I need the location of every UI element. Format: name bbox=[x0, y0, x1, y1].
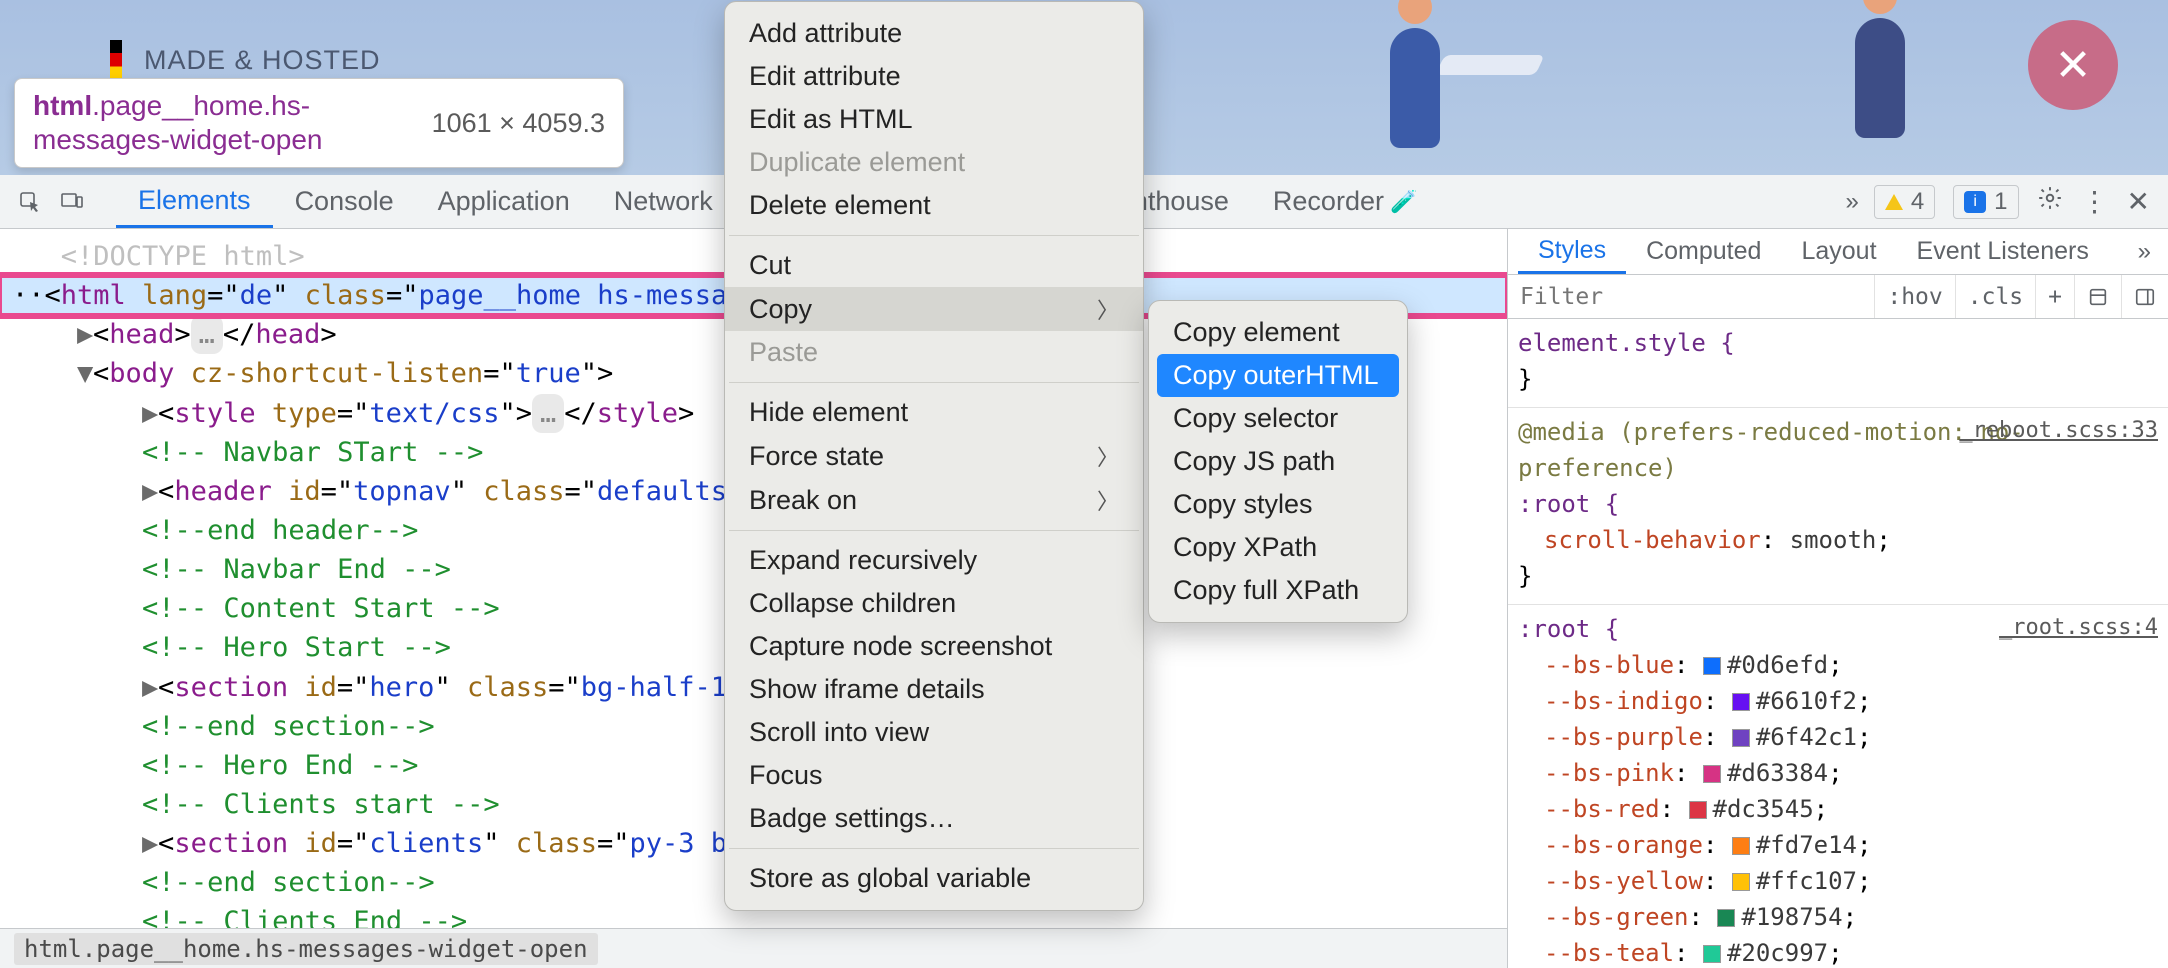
device-toolbar-icon[interactable] bbox=[60, 190, 84, 214]
styles-filter-row: :hov .cls + bbox=[1508, 275, 2168, 319]
menu-item-copy[interactable]: Copy〉 bbox=[725, 287, 1143, 331]
css-var-row[interactable]: --bs-blue: #0d6efd; bbox=[1518, 647, 2158, 683]
root-vars-rule[interactable]: _root.scss:4 :root { --bs-blue: #0d6efd;… bbox=[1508, 605, 2168, 968]
submenu-item-copy-selector[interactable]: Copy selector bbox=[1149, 397, 1407, 440]
breadcrumb-current[interactable]: html.page__home.hs-messages-widget-open bbox=[14, 933, 598, 965]
menu-item-break-on[interactable]: Break on〉 bbox=[725, 478, 1143, 522]
css-var-row[interactable]: --bs-pink: #d63384; bbox=[1518, 755, 2158, 791]
css-var-row[interactable]: --bs-teal: #20c997; bbox=[1518, 935, 2158, 968]
css-var-row[interactable]: --bs-orange: #fd7e14; bbox=[1518, 827, 2158, 863]
styles-tab-styles[interactable]: Styles bbox=[1518, 229, 1626, 274]
tooltip-tagname: html bbox=[33, 90, 92, 121]
devtools-tab-application[interactable]: Application bbox=[416, 175, 592, 228]
css-var-row[interactable]: --bs-indigo: #6610f2; bbox=[1518, 683, 2158, 719]
menu-item-store-as-global-variable[interactable]: Store as global variable bbox=[725, 857, 1143, 900]
made-hosted-line1: MADE & HOSTED bbox=[144, 45, 381, 76]
element-context-menu[interactable]: Add attributeEdit attributeEdit as HTMLD… bbox=[724, 1, 1144, 911]
css-var-row[interactable]: --bs-yellow: #ffc107; bbox=[1518, 863, 2158, 899]
issues-count: 1 bbox=[1994, 188, 2007, 216]
source-link[interactable]: _root.scss:4 bbox=[1999, 611, 2158, 644]
tooltip-dimensions: 1061 × 4059.3 bbox=[432, 108, 605, 139]
devtools-tab-elements[interactable]: Elements bbox=[116, 175, 273, 228]
element-highlight-tooltip: html.page__home.hs-messages-widget-open … bbox=[14, 78, 624, 168]
submenu-arrow-icon: 〉 bbox=[1097, 440, 1119, 472]
warnings-count: 4 bbox=[1911, 188, 1924, 216]
styles-sidebar-tabs: StylesComputedLayoutEvent Listeners » bbox=[1508, 229, 2168, 275]
css-var-row[interactable]: --bs-purple: #6f42c1; bbox=[1518, 719, 2158, 755]
kebab-menu-icon[interactable]: ⋮ bbox=[2081, 185, 2109, 218]
devtools-tab-recorder[interactable]: Recorder🧪 bbox=[1251, 175, 1439, 228]
styles-tab-event-listeners[interactable]: Event Listeners bbox=[1897, 229, 2109, 274]
toggle-sidebar-icon[interactable] bbox=[2121, 275, 2168, 318]
styles-sidebar: StylesComputedLayoutEvent Listeners » :ho… bbox=[1508, 229, 2168, 968]
menu-item-hide-element[interactable]: Hide element bbox=[725, 391, 1143, 434]
submenu-item-copy-element[interactable]: Copy element bbox=[1149, 311, 1407, 354]
menu-item-collapse-children[interactable]: Collapse children bbox=[725, 582, 1143, 625]
computed-styles-icon[interactable] bbox=[2074, 275, 2121, 318]
new-style-rule-icon[interactable]: + bbox=[2035, 275, 2074, 318]
submenu-item-copy-full-xpath[interactable]: Copy full XPath bbox=[1149, 569, 1407, 612]
menu-item-cut[interactable]: Cut bbox=[725, 244, 1143, 287]
submenu-item-copy-xpath[interactable]: Copy XPath bbox=[1149, 526, 1407, 569]
menu-item-scroll-into-view[interactable]: Scroll into view bbox=[725, 711, 1143, 754]
dom-breadcrumb[interactable]: html.page__home.hs-messages-widget-open bbox=[0, 928, 1507, 968]
devtools-tab-console[interactable]: Console bbox=[273, 175, 416, 228]
menu-item-duplicate-element: Duplicate element bbox=[725, 141, 1143, 184]
warnings-badge[interactable]: 4 bbox=[1874, 185, 1935, 219]
flask-icon: 🧪 bbox=[1390, 189, 1417, 215]
devtools-tab-network[interactable]: Network bbox=[592, 175, 735, 228]
german-flag-icon bbox=[110, 40, 122, 80]
menu-item-edit-attribute[interactable]: Edit attribute bbox=[725, 55, 1143, 98]
submenu-arrow-icon: 〉 bbox=[1097, 484, 1119, 516]
close-icon: ✕ bbox=[2055, 40, 2092, 91]
media-root-rule[interactable]: _reboot.scss:33 @media (prefers-reduced-… bbox=[1508, 408, 2168, 605]
styles-tab-computed[interactable]: Computed bbox=[1626, 229, 1781, 274]
menu-item-badge-settings-[interactable]: Badge settings… bbox=[725, 797, 1143, 840]
more-sidebar-tabs-icon[interactable]: » bbox=[2118, 238, 2168, 266]
css-var-row[interactable]: --bs-red: #dc3545; bbox=[1518, 791, 2158, 827]
menu-item-capture-node-screenshot[interactable]: Capture node screenshot bbox=[725, 625, 1143, 668]
menu-item-paste: Paste bbox=[725, 331, 1143, 374]
copy-submenu[interactable]: Copy elementCopy outerHTMLCopy selectorC… bbox=[1148, 300, 1408, 623]
element-style-rule[interactable]: element.style { } bbox=[1508, 319, 2168, 408]
menu-item-expand-recursively[interactable]: Expand recursively bbox=[725, 539, 1143, 582]
menu-item-delete-element[interactable]: Delete element bbox=[725, 184, 1143, 227]
settings-gear-icon[interactable] bbox=[2037, 185, 2063, 218]
issues-badge[interactable]: i 1 bbox=[1953, 185, 2018, 219]
menu-item-show-iframe-details[interactable]: Show iframe details bbox=[725, 668, 1143, 711]
css-var-row[interactable]: --bs-green: #198754; bbox=[1518, 899, 2158, 935]
styles-filter-input[interactable] bbox=[1508, 275, 1874, 318]
submenu-item-copy-js-path[interactable]: Copy JS path bbox=[1149, 440, 1407, 483]
source-link[interactable]: _reboot.scss:33 bbox=[1959, 414, 2158, 447]
inspect-element-icon[interactable] bbox=[18, 190, 42, 214]
close-devtools-icon[interactable]: ✕ bbox=[2127, 185, 2150, 218]
styles-tab-layout[interactable]: Layout bbox=[1781, 229, 1896, 274]
info-icon: i bbox=[1964, 191, 1986, 213]
cls-toggle[interactable]: .cls bbox=[1955, 275, 2035, 318]
hero-close-button[interactable]: ✕ bbox=[2028, 20, 2118, 110]
menu-item-edit-as-html[interactable]: Edit as HTML bbox=[725, 98, 1143, 141]
styles-rules[interactable]: element.style { } _reboot.scss:33 @media… bbox=[1508, 319, 2168, 968]
illustration-person-right bbox=[1850, 0, 1910, 150]
menu-item-focus[interactable]: Focus bbox=[725, 754, 1143, 797]
hov-toggle[interactable]: :hov bbox=[1874, 275, 1954, 318]
submenu-item-copy-outerhtml[interactable]: Copy outerHTML bbox=[1157, 354, 1399, 397]
illustration-person-left bbox=[1370, 0, 1460, 160]
more-tabs-icon[interactable]: » bbox=[1845, 188, 1855, 216]
menu-item-force-state[interactable]: Force state〉 bbox=[725, 434, 1143, 478]
warning-icon bbox=[1885, 194, 1903, 210]
submenu-arrow-icon: 〉 bbox=[1097, 293, 1119, 325]
menu-item-add-attribute[interactable]: Add attribute bbox=[725, 12, 1143, 55]
made-hosted-badge: MADE & HOSTED bbox=[110, 40, 381, 80]
submenu-item-copy-styles[interactable]: Copy styles bbox=[1149, 483, 1407, 526]
